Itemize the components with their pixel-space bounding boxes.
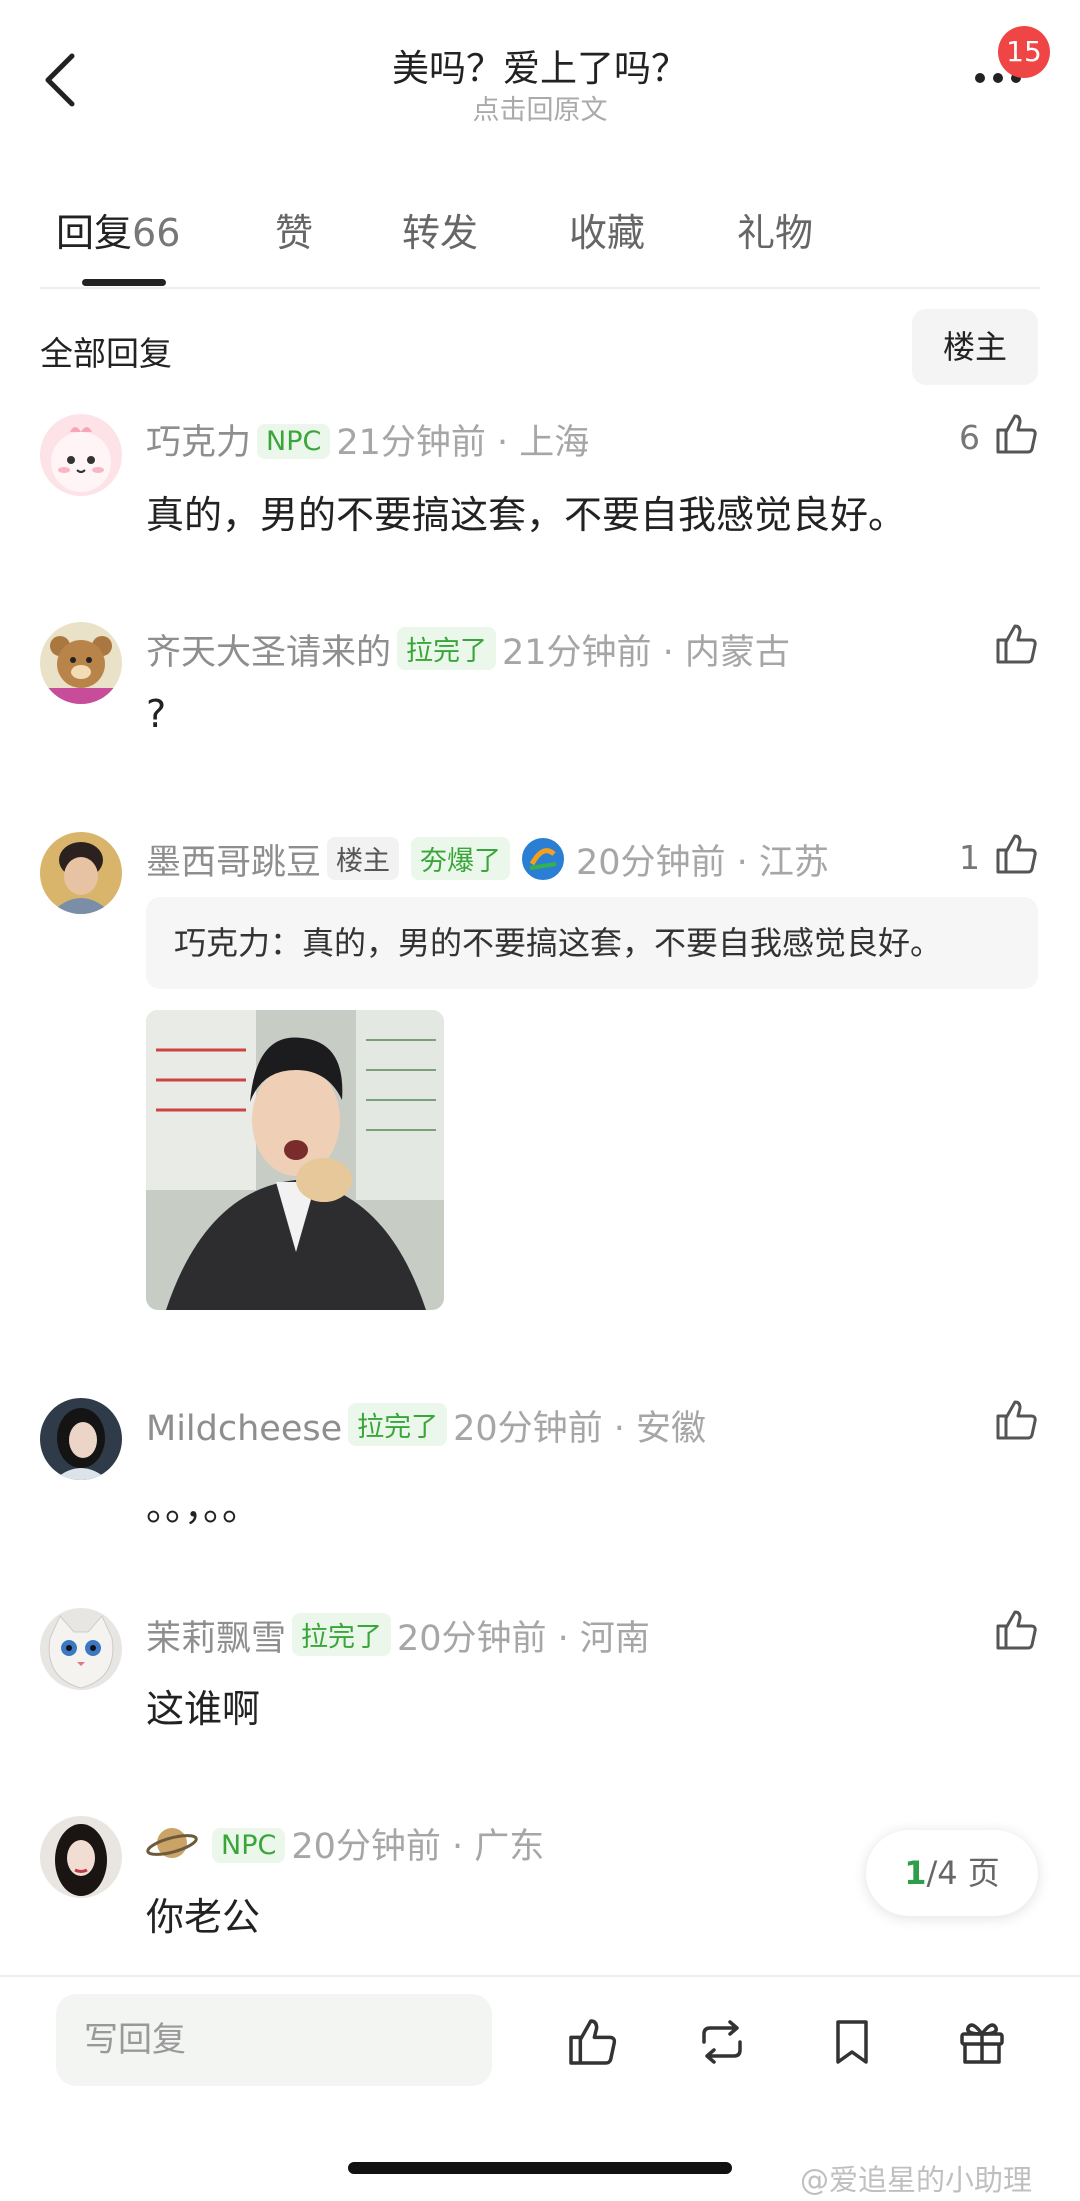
bookmark-icon — [836, 2020, 868, 2064]
avatar[interactable] — [40, 1398, 122, 1480]
tab-favorites[interactable]: 收藏 — [569, 202, 645, 257]
like-button[interactable] — [992, 830, 1040, 878]
user-tag: 夯爆了 — [411, 837, 511, 880]
username[interactable]: 茉莉飘雪 — [146, 1619, 286, 1659]
thumb-up-icon — [996, 414, 1037, 454]
comment-time-location: 20分钟前 · 江苏 — [576, 843, 829, 883]
active-tab-indicator — [82, 279, 166, 286]
like-post-button[interactable] — [564, 2014, 620, 2070]
medal-badge-icon — [518, 834, 568, 893]
thumb-up-icon — [996, 1400, 1037, 1440]
quoted-reply[interactable]: 巧克力：真的，男的不要搞这套，不要自我感觉良好。 — [146, 897, 1038, 989]
comment-time-location: 21分钟前 · 上海 — [336, 423, 590, 463]
comment-text: 你老公 — [146, 1895, 261, 1939]
comment-meta: Mildcheese 拉完了 20分钟前 · 安徽 — [146, 1400, 706, 1451]
like-button[interactable] — [992, 1396, 1040, 1444]
section-title: 全部回复 — [40, 334, 172, 373]
current-page: 1 — [904, 1854, 927, 1892]
tab-label: 回复 — [56, 211, 133, 255]
thumb-up-icon — [569, 2019, 617, 2065]
repost-icon — [702, 2020, 742, 2064]
gift-icon — [960, 2023, 1004, 2064]
home-indicator[interactable] — [348, 2162, 732, 2174]
thumb-up-icon — [996, 624, 1037, 664]
like-count: 6 — [959, 418, 980, 457]
tab-likes[interactable]: 赞 — [275, 202, 313, 257]
like-button[interactable] — [992, 620, 1040, 668]
repost-button[interactable] — [694, 2014, 750, 2070]
user-tag: 拉完了 — [397, 627, 497, 670]
comment-meta: 墨西哥跳豆 楼主 夯爆了 20分钟前 · 江苏 — [146, 834, 829, 893]
comment-meta: 巧克力 NPC 21分钟前 · 上海 — [146, 414, 589, 465]
username[interactable]: 墨西哥跳豆 — [146, 843, 321, 883]
total-pages: /4 页 — [926, 1854, 1000, 1892]
user-tag: NPC — [257, 424, 331, 459]
thumb-up-icon — [996, 1610, 1037, 1650]
comment-text: 这谁啊 — [146, 1687, 261, 1731]
comment-time-location: 20分钟前 · 广东 — [291, 1827, 545, 1867]
divider — [0, 1975, 1080, 1977]
comment-meta: 茉莉飘雪 拉完了 20分钟前 · 河南 — [146, 1610, 650, 1661]
divider — [40, 287, 1040, 289]
comment-time-location: 20分钟前 · 河南 — [397, 1619, 650, 1659]
page-title: 美吗？爱上了吗？ — [392, 47, 688, 90]
comment-image[interactable] — [146, 1010, 444, 1310]
back-to-original-link[interactable]: 点击回原文 — [0, 88, 1080, 127]
user-tag: NPC — [212, 1828, 286, 1863]
avatar[interactable] — [40, 1816, 122, 1898]
notification-badge: 15 — [998, 26, 1050, 78]
gift-button[interactable] — [954, 2014, 1010, 2070]
avatar[interactable] — [40, 414, 122, 496]
bookmark-button[interactable] — [824, 2014, 880, 2070]
comment-time-location: 20分钟前 · 安徽 — [453, 1409, 707, 1449]
thumb-up-icon — [996, 834, 1037, 874]
comment-meta: 齐天大圣请来的 拉完了 21分钟前 · 内蒙古 — [146, 624, 790, 675]
owner-only-button[interactable]: 楼主 — [912, 309, 1038, 385]
tab-gifts[interactable]: 礼物 — [737, 202, 813, 257]
planet-icon — [146, 1820, 198, 1875]
comment-time-location: 21分钟前 · 内蒙古 — [502, 633, 790, 673]
comment-text: ? — [146, 692, 167, 736]
reply-input[interactable]: 写回复 — [56, 1994, 492, 2086]
username[interactable]: Mildcheese — [146, 1409, 342, 1449]
tab-reposts[interactable]: 转发 — [402, 202, 478, 257]
like-count: 1 — [959, 838, 980, 877]
watermark: @爱追星的小助理 — [800, 2163, 1033, 2197]
like-button[interactable] — [992, 410, 1040, 458]
username[interactable]: 巧克力 — [146, 423, 251, 463]
avatar[interactable] — [40, 1608, 122, 1690]
user-tag: 拉完了 — [348, 1403, 448, 1446]
tab-count: 66 — [132, 211, 181, 255]
like-button[interactable] — [992, 1606, 1040, 1654]
username[interactable]: 齐天大圣请来的 — [146, 633, 391, 673]
user-tag: 拉完了 — [292, 1613, 392, 1656]
tab-replies[interactable]: 回复66 — [56, 202, 180, 257]
owner-tag: 楼主 — [327, 837, 400, 880]
avatar[interactable] — [40, 622, 122, 704]
avatar[interactable] — [40, 832, 122, 914]
comment-meta: NPC 20分钟前 · 广东 — [146, 1818, 544, 1875]
comment-text: 。。，。。 — [146, 1485, 261, 1529]
comment-text: 真的，男的不要搞这套，不要自我感觉良好。 — [146, 493, 907, 537]
page-indicator[interactable]: 1/4 页 — [866, 1830, 1038, 1916]
